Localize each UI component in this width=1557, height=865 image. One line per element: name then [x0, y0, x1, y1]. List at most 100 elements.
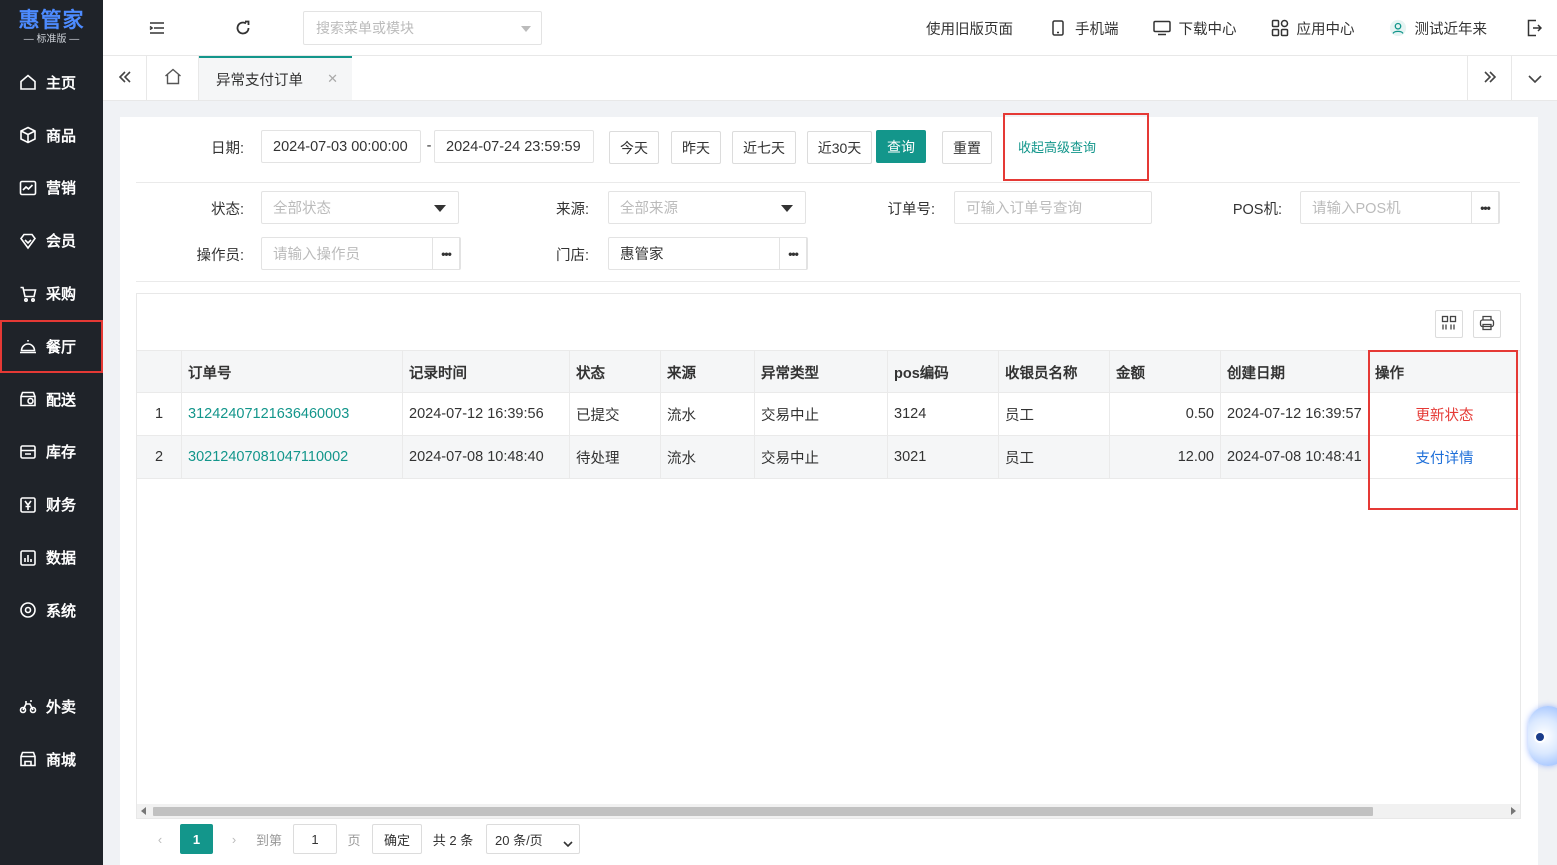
sidebar-item-takeout[interactable]: 外卖 [0, 680, 103, 733]
order-number-link[interactable]: 30212407081047110002 [182, 436, 403, 478]
chevron-down-icon [1527, 70, 1542, 86]
column-settings-button[interactable] [1435, 310, 1463, 338]
date-start-input[interactable]: 2024-07-03 00:00:00 [261, 130, 421, 163]
brand-edition: — 标准版 — [23, 34, 80, 45]
source: 流水 [661, 436, 755, 478]
sidebar-item-mall[interactable]: 商城 [0, 733, 103, 786]
sidebar-item-data[interactable]: 数据 [0, 531, 103, 584]
yesterday-button[interactable]: 昨天 [671, 131, 721, 164]
home-tab[interactable] [147, 56, 199, 100]
order-number-placeholder: 可输入订单号查询 [966, 201, 1082, 217]
double-chevron-left-icon [118, 70, 132, 86]
filter-bottom-divider [136, 281, 1520, 282]
status: 已提交 [570, 393, 661, 435]
menu-search-input[interactable]: 搜索菜单或模块 [303, 11, 542, 45]
tabs-scroll-right-button[interactable] [1467, 56, 1511, 100]
record-time: 2024-07-12 16:39:56 [403, 393, 570, 435]
order-number-link[interactable]: 31242407121636460003 [182, 393, 403, 435]
source-select[interactable]: 全部来源 [608, 191, 806, 224]
col-exception-type[interactable]: 异常类型 [755, 351, 888, 393]
query-button[interactable]: 查询 [876, 130, 926, 163]
sidebar-item-label: 主页 [46, 74, 77, 92]
sidebar-item-label: 财务 [46, 497, 77, 515]
col-source[interactable]: 来源 [661, 351, 755, 393]
cloche-icon [18, 336, 38, 356]
last-30-days-button[interactable]: 近30天 [807, 131, 872, 164]
status: 待处理 [570, 436, 661, 478]
goto-confirm-button[interactable]: 确定 [372, 824, 422, 854]
sidebar-item-system[interactable]: 系统 [0, 584, 103, 637]
sidebar-item-purchase[interactable]: 采购 [0, 267, 103, 320]
double-chevron-right-icon [1483, 70, 1497, 86]
caret-down-icon [434, 205, 446, 212]
page-size-select[interactable]: 20 条/页 [486, 824, 580, 854]
prev-page-icon[interactable]: ‹ [150, 824, 170, 854]
tabs-scroll-left-button[interactable] [103, 56, 147, 100]
sidebar-item-inventory[interactable]: 库存 [0, 426, 103, 479]
col-record-time[interactable]: 记录时间 [403, 351, 570, 393]
col-order-number[interactable]: 订单号 [182, 351, 403, 393]
print-button[interactable] [1473, 310, 1501, 338]
col-amount[interactable]: 金额 [1110, 351, 1221, 393]
col-pos-code[interactable]: pos编码 [888, 351, 999, 393]
col-index [137, 351, 182, 393]
menu-toggle-icon[interactable] [142, 13, 172, 43]
amount: 0.50 [1110, 393, 1221, 435]
sidebar-item-members[interactable]: 会员 [0, 214, 103, 267]
sidebar: 惠管家 — 标准版 — 主页 商品 营销 会员 采购 餐厅 配送 库存 财务 数… [0, 0, 103, 865]
scroll-right-arrow-icon[interactable] [1511, 807, 1516, 815]
sidebar-item-label: 数据 [46, 550, 77, 568]
reset-button[interactable]: 重置 [942, 131, 992, 164]
col-status[interactable]: 状态 [570, 351, 661, 393]
today-button[interactable]: 今天 [609, 131, 659, 164]
old-page-link[interactable]: 使用旧版页面 [926, 18, 1013, 39]
assistant-float-button[interactable] [1528, 706, 1557, 766]
close-icon[interactable]: ✕ [327, 71, 338, 87]
pos-label: POS机: [1232, 202, 1282, 218]
user-menu[interactable]: 测试近年来 [1389, 18, 1487, 39]
filter-divider [136, 182, 1520, 183]
sidebar-item-label: 餐厅 [46, 338, 77, 356]
sidebar-item-label: 营销 [46, 180, 77, 198]
sidebar-item-finance[interactable]: 财务 [0, 478, 103, 531]
operator-input[interactable]: 请输入操作员 ••• [261, 237, 461, 270]
goto-page-input[interactable]: 1 [293, 824, 337, 854]
sidebar-item-marketing[interactable]: 营销 [0, 162, 103, 215]
store-input[interactable]: 惠管家 ••• [608, 237, 808, 270]
refresh-icon[interactable] [228, 13, 258, 43]
next-page-icon[interactable]: › [224, 824, 244, 854]
sidebar-item-home[interactable]: 主页 [0, 56, 103, 109]
more-icon[interactable]: ••• [779, 237, 807, 270]
col-created-date[interactable]: 创建日期 [1221, 351, 1369, 393]
sidebar-nav-bottom: 外卖 商城 [0, 680, 103, 786]
sidebar-item-delivery[interactable]: 配送 [0, 373, 103, 426]
more-icon[interactable]: ••• [1471, 191, 1499, 224]
order-number-input[interactable]: 可输入订单号查询 [954, 191, 1152, 224]
logout-icon[interactable] [1519, 13, 1549, 43]
download-center-link[interactable]: 下载中心 [1152, 18, 1237, 39]
sidebar-item-products[interactable]: 商品 [0, 109, 103, 162]
scroll-left-arrow-icon[interactable] [141, 807, 146, 815]
pagination: ‹ 1 › 到第 1 页 确定 共 2 条 20 条/页 [136, 823, 736, 855]
tab-abnormal-payment-orders[interactable]: 异常支付订单 ✕ [199, 56, 352, 100]
more-icon[interactable]: ••• [432, 237, 460, 270]
sidebar-item-label: 商品 [46, 127, 77, 145]
status-select[interactable]: 全部状态 [261, 191, 459, 224]
app-center-link[interactable]: 应用中心 [1271, 18, 1355, 39]
last-7-days-button[interactable]: 近七天 [732, 131, 796, 164]
col-cashier[interactable]: 收银员名称 [999, 351, 1110, 393]
horizontal-scrollbar[interactable] [137, 804, 1520, 818]
page-unit-label: 页 [347, 832, 361, 848]
tabs-dropdown-button[interactable] [1511, 56, 1557, 100]
warehouse-icon [18, 442, 38, 462]
date-end-input[interactable]: 2024-07-24 23:59:59 [434, 130, 594, 163]
mobile-link[interactable]: 手机端 [1049, 18, 1119, 39]
sidebar-item-label: 配送 [46, 391, 77, 409]
page-number-current[interactable]: 1 [180, 824, 213, 854]
operator-label: 操作员: [196, 248, 244, 264]
table-panel: 订单号 记录时间 状态 来源 异常类型 pos编码 收银员名称 金额 创建日期 … [136, 293, 1521, 819]
scrollbar-thumb[interactable] [153, 807, 1373, 816]
logo[interactable]: 惠管家 — 标准版 — [0, 0, 103, 56]
sidebar-item-restaurant[interactable]: 餐厅 [0, 319, 103, 373]
pos-input[interactable]: 请输入POS机 ••• [1300, 191, 1500, 224]
